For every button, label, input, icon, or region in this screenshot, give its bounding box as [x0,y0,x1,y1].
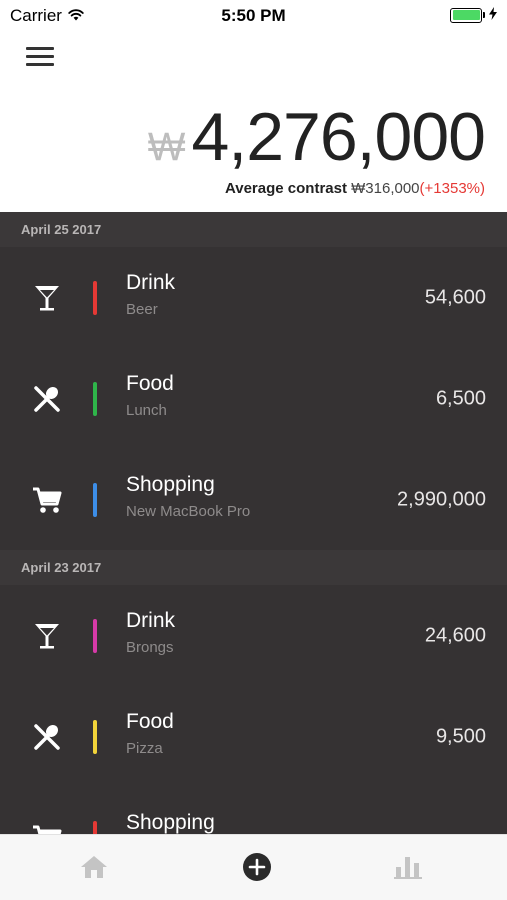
hamburger-menu-icon[interactable] [26,47,54,69]
shopping-cart-icon [30,821,64,834]
clock: 5:50 PM [221,6,286,25]
home-tab[interactable] [78,853,110,885]
add-expense-tab[interactable] [241,852,273,887]
category-color-bar [93,280,97,315]
category-label: Drink [126,609,176,632]
note-label: Brongs [126,639,174,656]
amount: 24,600 [424,624,486,646]
average-value: ₩316,000 [351,180,420,197]
bar-chart-icon [394,855,422,884]
category-color-bar [93,618,97,653]
amount: 6,500 [435,387,486,409]
charging-bolt-icon [489,7,497,23]
expense-row[interactable]: Shopping [0,787,507,834]
fork-knife-icon [30,720,64,754]
category-color-bar [93,482,97,517]
battery-nub [483,12,485,18]
total-amount: 4,276,000 [191,99,486,175]
shopping-cart-icon [30,483,64,517]
battery-icon [450,7,482,23]
expense-row[interactable]: Shopping New MacBook Pro 2,990,000 [0,449,507,550]
category-label: Drink [126,271,176,294]
home-icon [80,855,108,884]
category-label: Food [126,710,174,733]
category-color-bar [93,719,97,754]
currency-symbol: ₩ [147,125,186,169]
category-label: Shopping [126,473,215,496]
category-color-bar [93,820,97,834]
average-delta: (+1353%) [419,180,485,197]
cocktail-glass-icon [30,281,64,315]
date-header: April 23 2017 [0,550,507,585]
cocktail-glass-icon [30,619,64,653]
average-contrast: Average contrast ₩316,000(+1353%) [225,180,485,197]
add-circle-icon [242,852,272,887]
fork-knife-icon [30,382,64,416]
category-label: Food [126,372,174,395]
average-label: Average contrast [224,180,347,197]
note-label: New MacBook Pro [126,503,251,520]
statistics-tab[interactable] [392,853,424,885]
amount: 9,500 [435,725,486,747]
date-header: April 25 2017 [0,212,507,247]
expense-row[interactable]: Food Lunch 6,500 [0,348,507,449]
expense-list[interactable]: April 25 2017 Drink Beer 54,600 Food Lun… [0,212,507,834]
battery-level [452,10,480,20]
amount: 54,600 [424,286,486,308]
expense-row[interactable]: Food Pizza 9,500 [0,686,507,787]
category-label: Shopping [126,811,215,834]
summary-header: ₩ 4,276,000 Average contrast ₩316,000(+1… [0,32,507,212]
amount: 2,990,000 [397,488,486,510]
note-label: Pizza [126,740,163,757]
note-label: Lunch [126,402,167,419]
note-label: Beer [126,301,158,318]
tab-bar [0,834,507,900]
expense-row[interactable]: Drink Brongs 24,600 [0,585,507,686]
battery-indicator [450,7,497,23]
total-spending: ₩ 4,276,000 [147,98,486,176]
status-bar: Carrier 5:50 PM [0,0,507,32]
expense-row[interactable]: Drink Beer 54,600 [0,247,507,348]
category-color-bar [93,381,97,416]
